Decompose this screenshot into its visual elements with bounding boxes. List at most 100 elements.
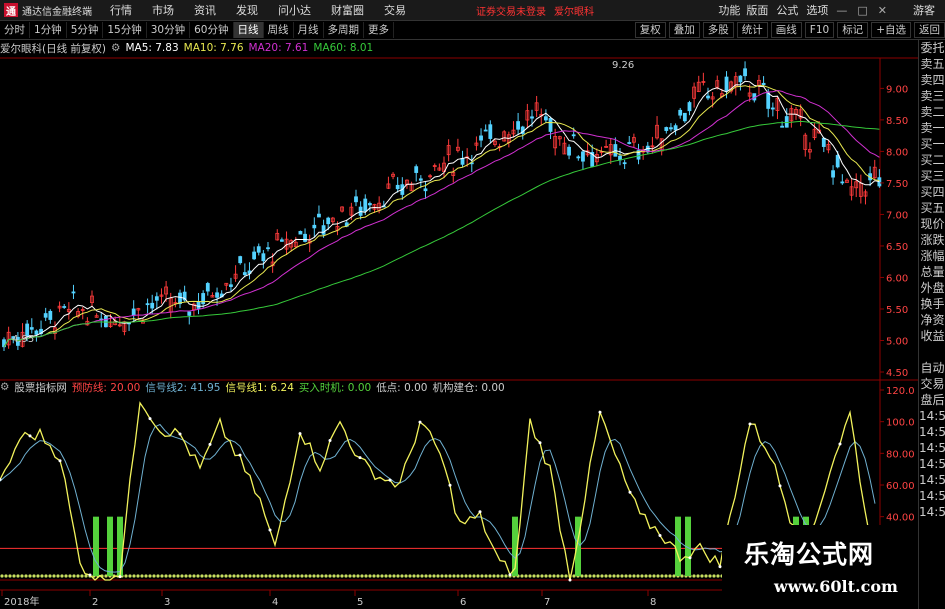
side-change-pct: 涨幅 xyxy=(920,249,945,263)
close-icon[interactable]: ✕ xyxy=(878,4,887,17)
baseline-dot xyxy=(520,574,524,578)
date-tick-label: 2 xyxy=(92,597,98,608)
menu-function[interactable]: 功能 xyxy=(718,2,740,18)
period-toolbar: 分时 1分钟 5分钟 15分钟 30分钟 60分钟 日线 周线 月线 多周期 更… xyxy=(0,21,945,40)
menu-market[interactable]: 市场 xyxy=(152,2,174,18)
title-bar: 通 通达信金融终端 行情 市场 资讯 发现 问小达 财富圈 交易 证券交易未登录… xyxy=(0,0,945,21)
baseline-dot xyxy=(368,574,372,578)
chart-area[interactable]: 9.00 8.50 8.00 7.50 7.00 6.50 6.00 5.50 5.00 4.50… xyxy=(0,40,918,609)
side-ask1: 卖一 xyxy=(920,121,945,135)
quote-sidebar: 委托 卖五 卖四 卖三 卖二 卖一 买一 买二 买三 买四 买五 现价 涨跌 涨… xyxy=(918,40,945,609)
baseline-dot xyxy=(312,574,316,578)
baseline-dot xyxy=(152,574,156,578)
side-price: 现价 xyxy=(920,217,945,231)
mark-button[interactable]: 标记 xyxy=(837,22,869,38)
candle-body xyxy=(131,308,136,316)
menu-options[interactable]: 选项 xyxy=(806,2,828,18)
baseline-dot xyxy=(24,574,28,578)
baseline-dot xyxy=(80,574,84,578)
baseline-dot xyxy=(272,574,276,578)
candle-body xyxy=(576,156,581,159)
menu-layout[interactable]: 版面 xyxy=(746,2,768,18)
side-auto[interactable]: 自动 xyxy=(919,360,945,376)
menu-formula[interactable]: 公式 xyxy=(776,2,798,18)
baseline-dot xyxy=(148,574,152,578)
side-trade[interactable]: 交易 xyxy=(919,376,945,392)
candle-body xyxy=(215,292,219,298)
signal-dot xyxy=(508,573,512,577)
adjust-button[interactable]: 复权 xyxy=(634,22,666,38)
login-warning[interactable]: 证券交易未登录 xyxy=(476,3,546,18)
side-ask5: 卖五 xyxy=(920,57,945,71)
candle-body xyxy=(252,251,257,260)
candle-body xyxy=(266,247,270,250)
minimize-icon[interactable]: — xyxy=(836,4,847,17)
menu-trade[interactable]: 交易 xyxy=(384,2,406,18)
candle-body xyxy=(766,92,771,109)
candle-body xyxy=(279,239,284,242)
f10-button[interactable]: F10 xyxy=(804,22,835,38)
price-tick-label: 4.50 xyxy=(886,368,908,379)
baseline-dot xyxy=(656,574,660,578)
ma10-line xyxy=(3,84,880,348)
baseline-dot xyxy=(144,574,148,578)
guest-user[interactable]: 游客 xyxy=(913,2,935,18)
menu-news[interactable]: 资讯 xyxy=(194,2,216,18)
back-button[interactable]: 返回 xyxy=(914,22,945,38)
side-order[interactable]: 委托 xyxy=(919,40,945,56)
side-volume: 总量 xyxy=(920,265,945,279)
candle-body xyxy=(516,121,521,130)
baseline-dot xyxy=(548,574,552,578)
period-tab-more[interactable]: 更多 xyxy=(364,22,394,38)
ma5-line xyxy=(3,80,880,348)
ind-tick-label: 40.00 xyxy=(886,513,915,524)
period-tab-30min[interactable]: 30分钟 xyxy=(147,22,191,38)
candle-body xyxy=(205,283,210,292)
period-tab-intraday[interactable]: 分时 xyxy=(0,22,30,38)
period-tab-60min[interactable]: 60分钟 xyxy=(190,22,234,38)
period-tab-multi[interactable]: 多周期 xyxy=(324,22,364,38)
date-tick-label: 3 xyxy=(164,597,170,608)
candle-body xyxy=(145,303,150,306)
period-tab-1min[interactable]: 1分钟 xyxy=(30,22,67,38)
maximize-icon[interactable]: □ xyxy=(857,4,867,17)
period-tab-daily[interactable]: 日线 xyxy=(233,22,264,38)
overlay-button[interactable]: 叠加 xyxy=(668,22,700,38)
period-tab-5min[interactable]: 5分钟 xyxy=(67,22,104,38)
baseline-dot xyxy=(216,574,220,578)
indicator-l5: 低点: 0.00 xyxy=(376,381,428,394)
side-after-hours[interactable]: 盘后 xyxy=(919,392,945,408)
baseline-dot xyxy=(696,574,700,578)
period-tab-15min[interactable]: 15分钟 xyxy=(103,22,147,38)
baseline-dot xyxy=(276,574,280,578)
price-tick-label: 6.50 xyxy=(886,242,908,253)
baseline-dot xyxy=(664,574,668,578)
menu-quotes[interactable]: 行情 xyxy=(110,2,132,18)
indicator-gear-icon[interactable]: ⚙ xyxy=(0,381,9,393)
add-watchlist-button[interactable]: +自选 xyxy=(871,22,911,38)
stats-button[interactable]: 统计 xyxy=(736,22,768,38)
candle-body xyxy=(770,107,775,110)
candle-body xyxy=(48,310,53,320)
period-tab-weekly[interactable]: 周线 xyxy=(264,22,294,38)
baseline-dot xyxy=(468,574,472,578)
candle-body xyxy=(488,124,493,139)
period-tab-monthly[interactable]: 月线 xyxy=(294,22,324,38)
baseline-dot xyxy=(532,574,536,578)
baseline-dot xyxy=(232,574,236,578)
indicator-l6: 机构建仓: 0.00 xyxy=(432,381,505,394)
signal-dot xyxy=(628,490,632,494)
multi-stock-button[interactable]: 多股 xyxy=(702,22,734,38)
signal-dot xyxy=(748,422,752,426)
menu-ask[interactable]: 问小达 xyxy=(278,2,311,18)
candle-body xyxy=(363,198,368,212)
baseline-dot xyxy=(12,574,16,578)
baseline-dot xyxy=(340,574,344,578)
menu-wealth[interactable]: 财富圈 xyxy=(331,2,364,18)
baseline-dot xyxy=(236,574,240,578)
baseline-dot xyxy=(344,574,348,578)
menu-discover[interactable]: 发现 xyxy=(236,2,258,18)
draw-button[interactable]: 画线 xyxy=(770,22,802,38)
baseline-dot xyxy=(588,574,592,578)
baseline-dot xyxy=(256,574,260,578)
